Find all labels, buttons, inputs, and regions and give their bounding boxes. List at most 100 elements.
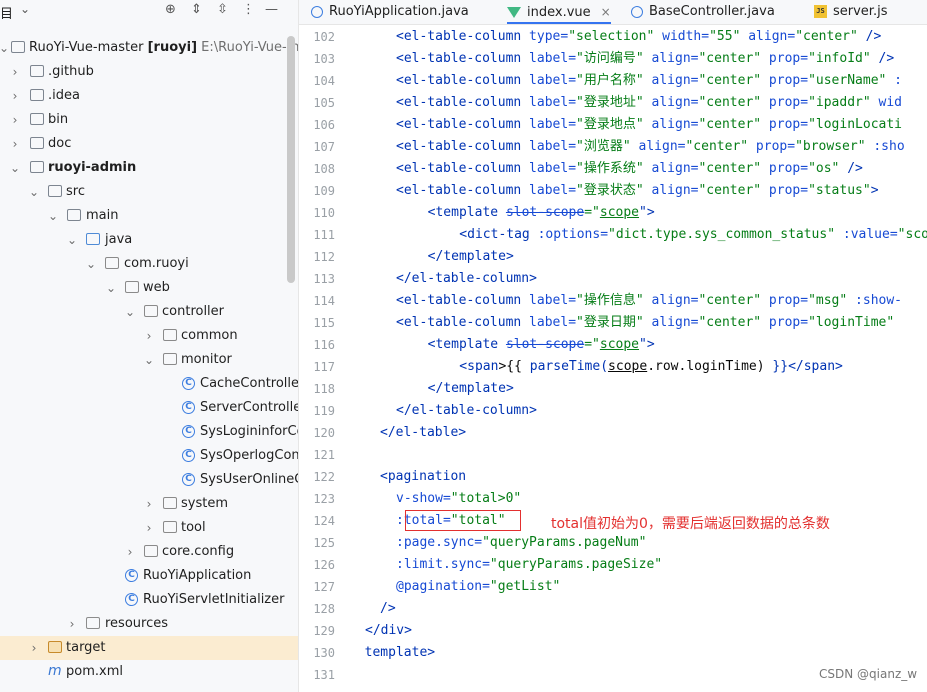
code-line[interactable]: <el-table-column label="操作系统" align="cen… (396, 158, 863, 180)
chevron-down-icon[interactable]: ⌄ (0, 36, 10, 60)
locate-icon[interactable]: ⊕ (165, 2, 176, 17)
code-line[interactable]: <el-table-column label="登录状态" align="cen… (396, 180, 879, 202)
tree-item-ruoyi-servlet-initializer[interactable]: C RuoYiServletInitializer (0, 588, 298, 612)
chevron-down-icon[interactable]: ⌄ (20, 2, 30, 16)
tree-item-doc[interactable]: › doc (0, 132, 298, 156)
code-line[interactable]: </template> (412, 246, 514, 268)
folder-icon (48, 185, 62, 197)
tree-item-main[interactable]: ⌄ main (0, 204, 298, 228)
tree-item-system[interactable]: › system (0, 492, 298, 516)
code-line[interactable]: </template> (365, 642, 435, 664)
tree-item-github[interactable]: › .github (0, 60, 298, 84)
tree-item-label: common (181, 328, 238, 343)
code-line[interactable]: <el-table-column label="浏览器" align="cent… (396, 136, 905, 158)
tree-item-label: .idea (48, 88, 80, 103)
tree-item-root[interactable]: ⌄ RuoYi-Vue-master [ruoyi] E:\RuoYi-Vue-… (0, 36, 298, 60)
collapse-all-icon[interactable]: ⇳ (217, 2, 228, 17)
code-editor[interactable]: <el-table-column type="selection" width=… (365, 25, 927, 692)
tree-item-bin[interactable]: › bin (0, 108, 298, 132)
tree-item-sys-user-online-controller[interactable]: C SysUserOnlineC (0, 468, 298, 492)
code-line[interactable]: <pagination (380, 466, 466, 488)
code-token: > (458, 425, 467, 440)
code-line[interactable]: :page.sync="queryParams.pageNum" (396, 532, 646, 554)
tab-ruoyi-application-java[interactable]: RuoYiApplication.java (311, 0, 469, 24)
chevron-down-icon[interactable]: ⌄ (143, 348, 155, 372)
tree-item-com-ruoyi[interactable]: ⌄ com.ruoyi (0, 252, 298, 276)
chevron-right-icon[interactable]: › (143, 324, 155, 348)
code-line[interactable]: </template> (412, 378, 514, 400)
line-number: 110 (313, 206, 335, 220)
chevron-right-icon[interactable]: › (9, 60, 21, 84)
code-line[interactable]: <template slot-scope="scope"> (412, 334, 655, 356)
code-token: prop= (761, 51, 809, 66)
tree-item-label: system (181, 496, 228, 511)
more-options-icon[interactable]: ⋮ (242, 2, 255, 17)
chevron-right-icon[interactable]: › (28, 636, 40, 660)
tree-item-resources[interactable]: › resources (0, 612, 298, 636)
code-token: < (396, 183, 404, 198)
tree-item-tool[interactable]: › tool (0, 516, 298, 540)
project-panel-title: 目 (0, 7, 14, 22)
code-line[interactable]: v-show="total>0" (396, 488, 521, 510)
chevron-right-icon[interactable]: › (9, 108, 21, 132)
code-line[interactable]: </div> (365, 620, 412, 642)
expand-all-icon[interactable]: ⇕ (191, 2, 202, 17)
folder-icon (30, 137, 44, 149)
tree-item-web[interactable]: ⌄ web (0, 276, 298, 300)
code-line[interactable]: <el-table-column label="登录日期" align="cen… (396, 312, 894, 334)
tree-item-sys-operlog-controller[interactable]: C SysOperlogCon (0, 444, 298, 468)
chevron-right-icon[interactable]: › (66, 612, 78, 636)
tree-item-pom-xml[interactable]: m pom.xml (0, 660, 298, 684)
code-line[interactable]: </el-table-column> (396, 400, 537, 422)
code-line[interactable]: <template slot-scope="scope"> (412, 202, 655, 224)
chevron-right-icon[interactable]: › (9, 132, 21, 156)
tree-item-core-config[interactable]: › core.config (0, 540, 298, 564)
tab-index-vue[interactable]: index.vue × (507, 0, 611, 24)
code-line[interactable]: <el-table-column label="登录地点" align="cen… (396, 114, 902, 136)
code-line[interactable]: <el-table-column label="登录地址" align="cen… (396, 92, 902, 114)
line-number: 119 (313, 404, 335, 418)
chevron-down-icon[interactable]: ⌄ (28, 180, 40, 204)
tree-item-sys-logininfor-controller[interactable]: C SysLogininforCo (0, 420, 298, 444)
tree-item-ruoyi-admin[interactable]: ⌄ ruoyi-admin (0, 156, 298, 180)
tree-scrollbar[interactable] (287, 36, 295, 283)
chevron-down-icon[interactable]: ⌄ (66, 228, 78, 252)
chevron-right-icon[interactable]: › (9, 84, 21, 108)
chevron-down-icon[interactable]: ⌄ (47, 204, 59, 228)
chevron-right-icon[interactable]: › (143, 516, 155, 540)
code-line[interactable]: /> (380, 598, 396, 620)
tree-item-idea[interactable]: › .idea (0, 84, 298, 108)
code-line[interactable]: :limit.sync="queryParams.pageSize" (396, 554, 662, 576)
tree-item-src[interactable]: ⌄ src (0, 180, 298, 204)
tree-item-server-controller[interactable]: C ServerControlle (0, 396, 298, 420)
tree-item-monitor[interactable]: ⌄ monitor (0, 348, 298, 372)
code-line[interactable]: @pagination="getList" (396, 576, 560, 598)
tree-item-ruoyi-application[interactable]: C RuoYiApplication (0, 564, 298, 588)
tree-item-target[interactable]: › target (0, 636, 298, 660)
chevron-down-icon[interactable]: ⌄ (124, 300, 136, 324)
tree-item-cache-controller[interactable]: C CacheControlle (0, 372, 298, 396)
chevron-down-icon[interactable]: ⌄ (9, 156, 21, 180)
tree-item-java[interactable]: ⌄ java (0, 228, 298, 252)
code-token: el-table-column (403, 73, 522, 88)
code-token: "getList" (489, 579, 561, 594)
tab-server-js[interactable]: JS server.js (814, 0, 887, 24)
chevron-right-icon[interactable]: › (143, 492, 155, 516)
code-line[interactable]: </el-table> (380, 422, 466, 444)
code-token: </ (412, 381, 444, 396)
tree-item-common[interactable]: › common (0, 324, 298, 348)
tab-base-controller-java[interactable]: BaseController.java (631, 0, 775, 24)
chevron-down-icon[interactable]: ⌄ (105, 276, 117, 300)
code-line[interactable]: <el-table-column label="操作信息" align="cen… (396, 290, 902, 312)
chevron-right-icon[interactable]: › (124, 540, 136, 564)
code-line[interactable]: </el-table-column> (396, 268, 537, 290)
code-line[interactable]: <el-table-column label="用户名称" align="cen… (396, 70, 902, 92)
code-line[interactable]: <el-table-column label="访问编号" align="cen… (396, 48, 894, 70)
code-line[interactable]: <el-table-column type="selection" width=… (396, 26, 881, 48)
close-icon[interactable]: × (601, 5, 611, 19)
code-line[interactable]: <dict-tag :options="dict.type.sys_common… (428, 224, 927, 246)
tree-item-controller[interactable]: ⌄ controller (0, 300, 298, 324)
code-line[interactable]: <span>{{ parseTime(scope.row.loginTime) … (428, 356, 843, 378)
chevron-down-icon[interactable]: ⌄ (85, 252, 97, 276)
hide-panel-icon[interactable]: — (265, 2, 278, 17)
